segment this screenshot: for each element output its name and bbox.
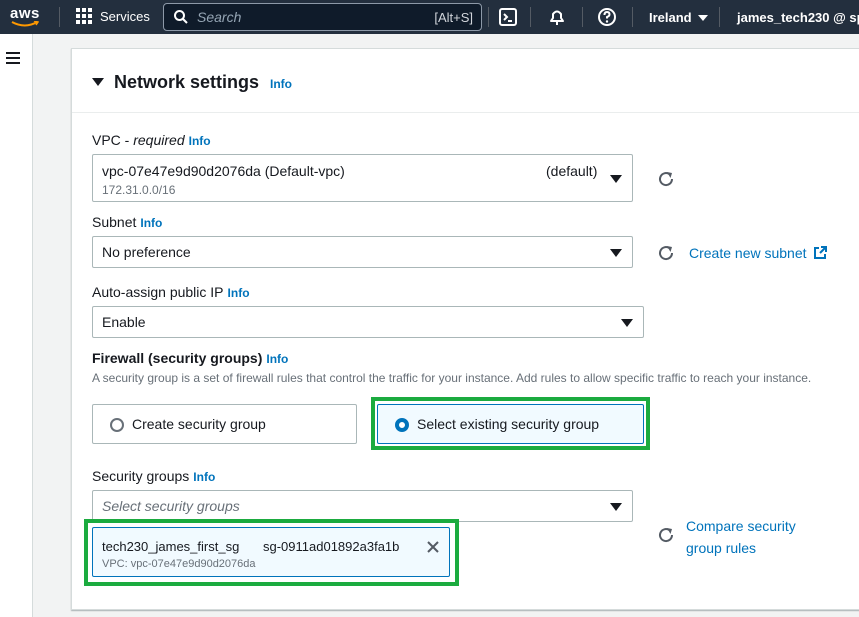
aws-logo[interactable]: aws xyxy=(10,5,44,30)
vpc-select[interactable]: vpc-07e47e9d90d2076da (Default-vpc) 172.… xyxy=(92,154,633,202)
radio-unchecked-icon[interactable] xyxy=(110,418,124,432)
nav-divider xyxy=(488,7,489,27)
side-navigation xyxy=(0,34,33,617)
caret-down-icon xyxy=(610,175,622,183)
search-placeholder: Search xyxy=(197,9,242,25)
create-new-subnet-link[interactable]: Create new subnet xyxy=(689,245,828,261)
selected-security-group-token: tech230_james_first_sg sg-0911ad01892a3f… xyxy=(92,527,450,577)
caret-down-icon xyxy=(610,503,622,511)
refresh-vpc-icon[interactable] xyxy=(657,170,675,188)
vpc-label: VPC - required Info xyxy=(92,132,211,148)
smile-icon xyxy=(11,21,39,27)
firewall-label-text: Firewall (security groups) xyxy=(92,350,263,366)
vpc-label-text: VPC - xyxy=(92,132,134,148)
vpc-default-tag: (default) xyxy=(546,163,598,179)
vpc-cidr: 172.31.0.0/16 xyxy=(102,183,176,197)
vpc-info-link[interactable]: Info xyxy=(189,134,211,148)
nav-divider xyxy=(719,7,720,27)
create-security-group-label: Create security group xyxy=(132,416,266,432)
security-groups-label: Security groups Info xyxy=(92,468,215,484)
public-ip-value: Enable xyxy=(102,314,146,330)
firewall-label: Firewall (security groups) Info xyxy=(92,350,288,366)
panel-header[interactable]: Network settings Info xyxy=(72,49,859,113)
create-security-group-option[interactable]: Create security group xyxy=(92,404,357,444)
security-group-vpc: VPC: vpc-07e47e9d90d2076da xyxy=(102,558,256,570)
radio-checked-icon[interactable] xyxy=(395,418,409,432)
services-menu-button[interactable]: Services xyxy=(76,8,150,24)
compare-link-line1: Compare security xyxy=(686,518,796,534)
security-group-name: tech230_james_first_sg xyxy=(102,539,240,554)
help-icon[interactable] xyxy=(597,7,617,27)
firewall-description: A security group is a set of firewall ru… xyxy=(92,371,812,385)
grid-icon xyxy=(76,8,92,24)
security-group-id: sg-0911ad01892a3fa1b xyxy=(263,539,400,554)
account-menu[interactable]: james_tech230 @ spar xyxy=(737,10,859,25)
section-title: Network settings xyxy=(114,72,260,92)
select-existing-security-group-label: Select existing security group xyxy=(417,416,600,432)
security-groups-label-text: Security groups xyxy=(92,468,190,484)
cloudshell-icon[interactable] xyxy=(498,7,518,27)
required-text: required xyxy=(133,132,185,148)
public-ip-label: Auto-assign public IP Info xyxy=(92,284,250,300)
security-groups-info-link[interactable]: Info xyxy=(193,470,215,484)
nav-divider xyxy=(530,7,531,27)
search-icon xyxy=(174,10,188,24)
remove-token-close-icon[interactable] xyxy=(426,540,440,554)
region-label: Ireland xyxy=(649,10,692,25)
subnet-value: No preference xyxy=(102,244,191,260)
notifications-bell-icon[interactable] xyxy=(547,7,567,27)
security-groups-select[interactable]: Select security groups xyxy=(92,490,633,522)
subnet-label: Subnet Info xyxy=(92,214,162,230)
search-shortcut: [Alt+S] xyxy=(434,9,473,25)
refresh-subnet-icon[interactable] xyxy=(657,244,675,262)
caret-down-icon xyxy=(610,249,622,257)
vpc-value: vpc-07e47e9d90d2076da (Default-vpc) xyxy=(102,163,345,179)
create-new-subnet-text: Create new subnet xyxy=(689,245,807,261)
top-navigation: aws Services Search [Alt+S] Ireland jame… xyxy=(0,0,859,34)
security-groups-placeholder: Select security groups xyxy=(102,498,240,514)
select-existing-security-group-option[interactable]: Select existing security group xyxy=(377,404,644,444)
external-link-icon xyxy=(814,246,828,259)
network-settings-panel: Network settings Info VPC - required Info… xyxy=(71,48,859,610)
compare-link-line2: group rules xyxy=(686,540,757,556)
subnet-label-text: Subnet xyxy=(92,214,137,230)
nav-divider xyxy=(632,7,633,27)
section-info-link[interactable]: Info xyxy=(270,77,292,91)
caret-down-icon xyxy=(697,14,708,21)
caret-down-icon xyxy=(621,319,633,327)
aws-logo-text: aws xyxy=(10,5,40,22)
refresh-security-groups-icon[interactable] xyxy=(657,526,675,544)
firewall-info-link[interactable]: Info xyxy=(266,352,288,366)
region-selector[interactable]: Ireland xyxy=(649,10,708,25)
nav-divider xyxy=(59,7,60,27)
compare-security-group-rules-link[interactable]: Compare security group rules xyxy=(686,515,796,559)
subnet-select[interactable]: No preference xyxy=(92,236,633,268)
public-ip-select[interactable]: Enable xyxy=(92,306,644,338)
collapse-caret-icon[interactable] xyxy=(92,78,104,86)
services-label: Services xyxy=(100,8,150,24)
hamburger-menu-icon[interactable] xyxy=(6,52,20,67)
public-ip-info-link[interactable]: Info xyxy=(228,286,250,300)
public-ip-label-text: Auto-assign public IP xyxy=(92,284,224,300)
search-input[interactable]: Search [Alt+S] xyxy=(163,3,482,31)
nav-divider xyxy=(582,7,583,27)
subnet-info-link[interactable]: Info xyxy=(140,216,162,230)
